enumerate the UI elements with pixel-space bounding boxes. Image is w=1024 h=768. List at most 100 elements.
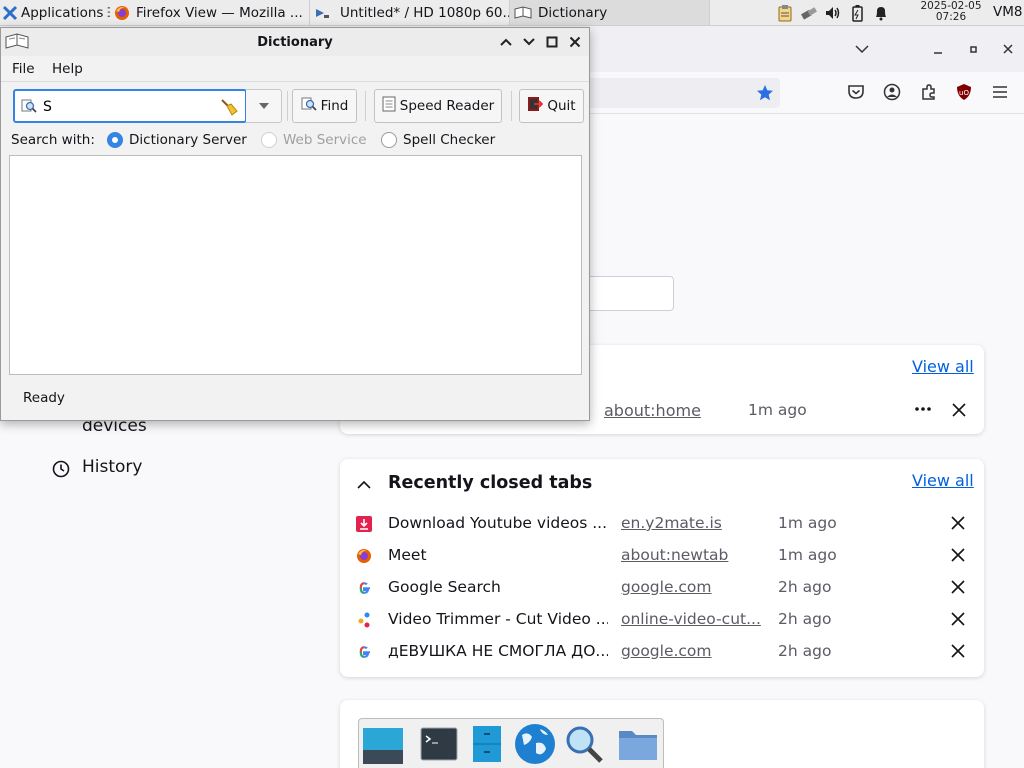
- closed-tab-row[interactable]: Meet about:newtab 1m ago: [340, 540, 984, 572]
- radio-button[interactable]: [381, 132, 397, 148]
- hamburger-menu-icon[interactable]: [989, 81, 1011, 103]
- vm-label: VM8: [993, 4, 1023, 20]
- closed-tab-url[interactable]: en.y2mate.is: [621, 514, 761, 532]
- file-cabinet-icon[interactable]: [465, 723, 509, 765]
- system-tray: [776, 0, 890, 25]
- recently-closed-view-all-link[interactable]: View all: [912, 471, 974, 490]
- menu-file[interactable]: File: [12, 61, 35, 77]
- open-tab-url[interactable]: about:home: [604, 401, 701, 420]
- show-desktop-icon[interactable]: [361, 723, 405, 765]
- clear-broom-icon[interactable]: [219, 97, 239, 117]
- closed-tab-url[interactable]: google.com: [621, 578, 761, 596]
- web-browser-globe-icon[interactable]: [513, 723, 557, 765]
- menu-help[interactable]: Help: [52, 61, 83, 77]
- dictionary-icon: [514, 5, 532, 21]
- task-label: Firefox View — Mozilla ...: [136, 4, 303, 21]
- svg-text:uO: uO: [959, 89, 969, 97]
- closed-tab-row[interactable]: Google Search google.com 2h ago: [340, 572, 984, 604]
- xfce-logo-icon: [2, 5, 18, 21]
- closed-tab-title: Video Trimmer - Cut Video ...: [388, 610, 608, 628]
- closed-tab-title: дЕВУШКА НЕ СМОГЛА ДО...: [388, 642, 608, 660]
- url-bar[interactable]: [560, 78, 780, 108]
- close-tab-icon[interactable]: [951, 402, 967, 418]
- sidebar-item-history[interactable]: History: [82, 457, 142, 477]
- close-icon[interactable]: [950, 611, 968, 629]
- radio-label: Spell Checker: [403, 132, 496, 148]
- quit-button[interactable]: Quit: [519, 89, 584, 123]
- applications-menu[interactable]: Applications ☰: [2, 0, 110, 25]
- definition-text-area[interactable]: [9, 155, 582, 375]
- volume-icon[interactable]: [824, 4, 842, 22]
- account-icon[interactable]: [881, 81, 903, 103]
- closed-tab-url[interactable]: about:newtab: [621, 546, 761, 564]
- ublock-origin-icon[interactable]: uO: [953, 81, 975, 103]
- clock-time: 07:26: [935, 11, 967, 23]
- closed-tab-time: 2h ago: [778, 610, 832, 628]
- folder-icon[interactable]: [616, 723, 660, 765]
- bookmark-star-icon[interactable]: [754, 82, 776, 104]
- closed-tab-row[interactable]: дЕВУШКА НЕ СМОГЛА ДО... google.com 2h ag…: [340, 636, 984, 668]
- google-icon: [356, 644, 372, 660]
- minimize-icon[interactable]: [927, 38, 949, 60]
- clipboard-icon[interactable]: [776, 4, 794, 22]
- maximize-icon[interactable]: [962, 38, 984, 60]
- speed-reader-label: Speed Reader: [399, 98, 495, 114]
- speed-reader-button[interactable]: Speed Reader: [374, 89, 502, 123]
- video-editor-icon: [314, 5, 330, 21]
- closed-tab-title: Download Youtube videos ...: [388, 514, 608, 532]
- close-icon[interactable]: [567, 34, 583, 50]
- close-icon[interactable]: [950, 547, 968, 565]
- shade-chevron-up-icon[interactable]: [498, 34, 514, 50]
- closed-tab-time: 1m ago: [778, 514, 837, 532]
- close-icon[interactable]: [997, 38, 1019, 60]
- task-firefox[interactable]: Firefox View — Mozilla ...: [110, 0, 310, 25]
- close-icon[interactable]: [950, 515, 968, 533]
- clock[interactable]: 2025-02-05 07:26: [913, 1, 989, 23]
- task-label: Untitled* / HD 1080p 60...: [340, 4, 510, 21]
- extensions-icon[interactable]: [918, 81, 940, 103]
- search-magnifier-icon[interactable]: [562, 723, 606, 765]
- maximize-icon[interactable]: [544, 34, 560, 50]
- top-panel: Applications ☰ Firefox View — Mozilla ..…: [0, 0, 1024, 26]
- closed-tab-time: 2h ago: [778, 578, 832, 596]
- close-icon[interactable]: [950, 579, 968, 597]
- radio-label: Web Service: [283, 132, 367, 148]
- terminal-icon[interactable]: [417, 723, 461, 765]
- toolbar-separator: [365, 91, 366, 121]
- search-input[interactable]: [43, 95, 213, 119]
- google-icon: [356, 580, 372, 596]
- status-text: Ready: [23, 390, 65, 406]
- open-tab-time: 1m ago: [748, 401, 807, 419]
- chevron-down-icon: [258, 98, 270, 114]
- dictionary-titlebar[interactable]: Dictionary: [1, 28, 589, 56]
- open-tabs-view-all-link[interactable]: View all: [912, 357, 974, 376]
- radio-dictionary-server[interactable]: Dictionary Server: [107, 132, 247, 148]
- radio-button-selected[interactable]: [107, 132, 123, 148]
- network-icon[interactable]: [800, 4, 818, 22]
- radio-web-service: Web Service: [261, 132, 367, 148]
- toolbar-separator: [287, 91, 288, 121]
- minimize-chevron-down-icon[interactable]: [521, 34, 537, 50]
- close-icon[interactable]: [950, 643, 968, 661]
- closed-tab-url[interactable]: google.com: [621, 642, 761, 660]
- task-dictionary[interactable]: Dictionary: [510, 0, 710, 25]
- history-dropdown-button[interactable]: [246, 89, 282, 123]
- notification-bell-icon[interactable]: [872, 4, 890, 22]
- quit-label: Quit: [547, 98, 576, 114]
- history-clock-icon: [52, 460, 70, 478]
- collapse-chevron-icon[interactable]: [356, 477, 372, 493]
- more-options-icon[interactable]: [913, 400, 933, 418]
- recently-closed-heading: Recently closed tabs: [388, 473, 593, 493]
- battery-icon[interactable]: [848, 4, 866, 22]
- find-button[interactable]: Find: [292, 89, 357, 123]
- list-all-tabs-icon[interactable]: [851, 38, 873, 60]
- search-with-label: Search with:: [11, 132, 95, 148]
- radio-spell-checker[interactable]: Spell Checker: [381, 132, 495, 148]
- closed-tab-url[interactable]: online-video-cut...: [621, 610, 761, 628]
- search-combobox[interactable]: [13, 89, 247, 123]
- pocket-icon[interactable]: [845, 81, 867, 103]
- dictionary-window: Dictionary File Help S Find Speed Reader…: [0, 27, 590, 421]
- task-video-editor[interactable]: Untitled* / HD 1080p 60...: [310, 0, 510, 25]
- closed-tab-row[interactable]: Download Youtube videos ... en.y2mate.is…: [340, 508, 984, 540]
- closed-tab-row[interactable]: Video Trimmer - Cut Video ... online-vid…: [340, 604, 984, 636]
